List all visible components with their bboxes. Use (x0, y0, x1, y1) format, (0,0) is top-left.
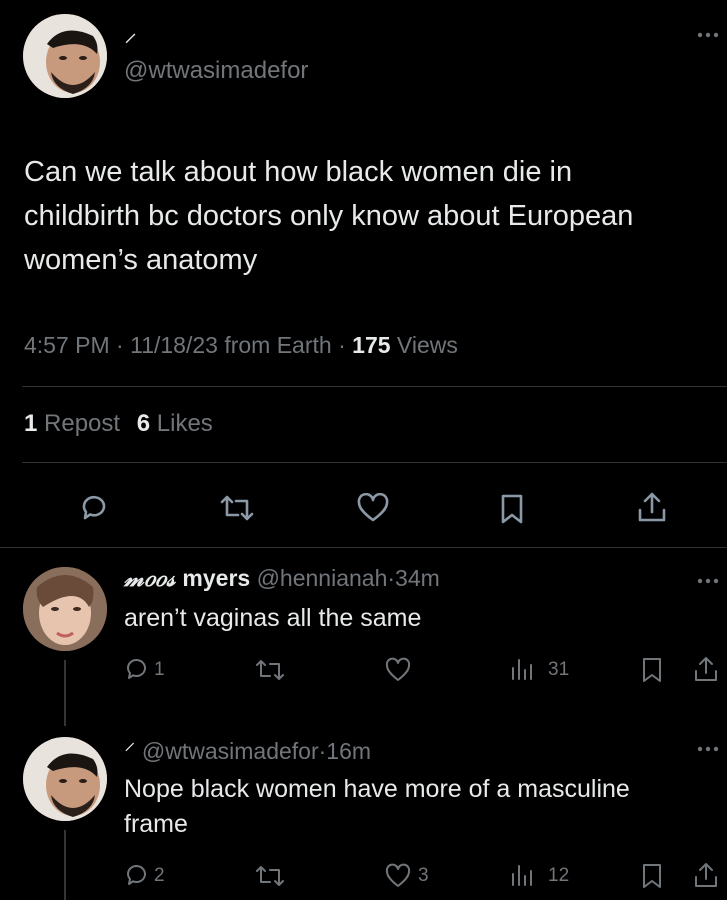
bookmark-icon[interactable] (640, 656, 664, 684)
views-icon[interactable] (510, 862, 536, 888)
divider (22, 462, 727, 463)
repost-icon[interactable] (254, 863, 286, 889)
share-icon[interactable] (692, 654, 720, 684)
repost-stat[interactable]: 1 Repost (24, 410, 127, 437)
author-name-glyph[interactable]: ⸍ (124, 24, 137, 60)
reply-text: aren’t vaginas all the same (124, 604, 422, 632)
reply-author-name-glyph[interactable]: ⸍ (124, 738, 136, 764)
tweet-text: Can we talk about how black women die in… (24, 150, 633, 282)
likes-count: 6 (136, 410, 151, 437)
bookmark-icon[interactable] (640, 862, 664, 890)
divider (22, 386, 727, 387)
reply-time[interactable]: 16m (326, 738, 371, 764)
tweet-text-line: women’s anatomy (24, 244, 258, 276)
views-icon[interactable] (510, 656, 536, 682)
reply-time[interactable]: 34m (395, 565, 440, 591)
reply-avatar[interactable] (23, 737, 107, 821)
views-count: 175 (352, 332, 391, 358)
tweet-text-line: childbirth bc doctors only know about Eu… (24, 200, 634, 232)
thread-line (64, 660, 66, 726)
reply-count: 1 (154, 659, 165, 680)
like-count: 3 (418, 865, 429, 886)
more-icon[interactable] (697, 578, 719, 584)
repost-label: Repost (44, 410, 121, 437)
share-icon[interactable] (636, 490, 668, 524)
reply-author-handle[interactable]: @wtwasimadefor (142, 738, 319, 764)
author-avatar[interactable] (23, 14, 107, 98)
reply-header: 𝓂𝑜𝑜𝓈 myers @hennianah·34m (124, 565, 440, 592)
engagement-stats: 1 Repost 6 Likes (24, 410, 213, 438)
reply-text-line: frame (124, 810, 188, 838)
views-count: 12 (548, 865, 570, 886)
like-icon[interactable] (384, 657, 412, 683)
like-icon[interactable] (356, 493, 390, 523)
reply-icon[interactable] (124, 656, 150, 682)
tweet-source: from Earth (224, 332, 332, 358)
separator: · (116, 332, 124, 358)
reply-avatar[interactable] (23, 567, 107, 651)
bookmark-icon[interactable] (498, 493, 526, 525)
views-count: 31 (548, 659, 570, 680)
tweet-time[interactable]: 4:57 PM (24, 332, 110, 358)
likes-stat[interactable]: 6 Likes (137, 410, 213, 437)
like-icon[interactable] (384, 863, 412, 889)
tweet-text-line: Can we talk about how black women die in (24, 156, 573, 188)
repost-icon[interactable] (254, 657, 286, 683)
separator: · (338, 332, 346, 358)
divider (0, 547, 727, 548)
reply-icon[interactable] (78, 491, 110, 523)
tweet-date[interactable]: 11/18/23 (130, 332, 218, 358)
tweet-metadata: 4:57 PM · 11/18/23 from Earth · 175 View… (24, 332, 458, 359)
repost-count: 1 (24, 410, 38, 437)
reply-author-name-script[interactable]: 𝓂𝑜𝑜𝓈 (124, 565, 176, 592)
reply-text: Nope black women have more of a masculin… (124, 772, 630, 842)
reply-count: 2 (154, 865, 165, 886)
author-handle[interactable]: @wtwasimadefor (124, 57, 308, 85)
reply-author-handle[interactable]: @hennianah (257, 565, 388, 591)
reply-header: ⸍ @wtwasimadefor·16m (124, 734, 371, 766)
reply-icon[interactable] (124, 862, 150, 888)
repost-icon[interactable] (218, 493, 256, 523)
likes-label: Likes (156, 410, 213, 437)
separator: · (387, 565, 396, 591)
thread-line (64, 830, 66, 900)
more-icon[interactable] (697, 32, 719, 38)
reply-author-name[interactable]: myers (182, 565, 250, 591)
reply-text-line: Nope black women have more of a masculin… (124, 775, 630, 803)
share-icon[interactable] (692, 860, 720, 890)
more-icon[interactable] (697, 746, 719, 752)
views-label: Views (396, 332, 458, 358)
